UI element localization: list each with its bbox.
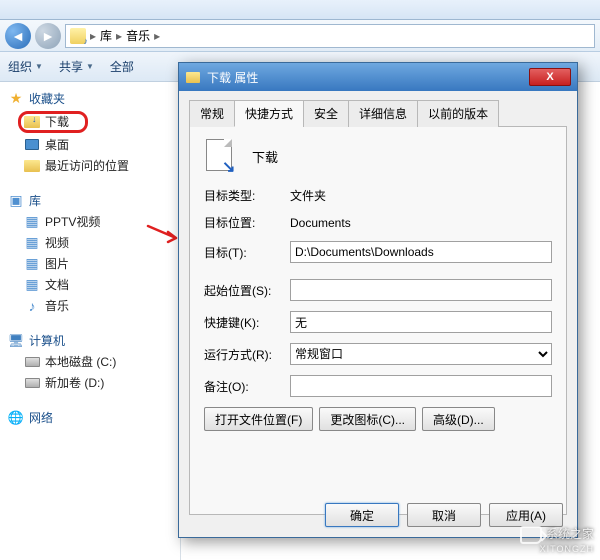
tab-strip: 常规 快捷方式 安全 详细信息 以前的版本	[189, 99, 567, 127]
address-bar: ◄ ► ▸ 库 ▸ 音乐 ▸	[0, 20, 600, 52]
chevron-right-icon: ▸	[90, 29, 96, 43]
advanced-button[interactable]: 高级(D)...	[422, 407, 495, 431]
sidebar-item-recent[interactable]: 最近访问的位置	[4, 155, 176, 176]
target-type-label: 目标类型:	[204, 187, 290, 204]
ok-button[interactable]: 确定	[325, 503, 399, 527]
recent-icon	[24, 158, 40, 174]
sidebar-item-drive-c[interactable]: 本地磁盘 (C:)	[4, 351, 176, 372]
computer-group: 🖥计算机 本地磁盘 (C:) 新加卷 (D:)	[4, 330, 176, 393]
close-button[interactable]: X	[529, 68, 571, 86]
window-titlebar	[0, 0, 600, 20]
dialog-body: 常规 快捷方式 安全 详细信息 以前的版本 ↘ 下载 目标类型: 文件夹 目标位…	[179, 91, 577, 515]
drive-icon	[24, 354, 40, 370]
apply-button[interactable]: 应用(A)	[489, 503, 563, 527]
shortcut-name: 下载	[252, 147, 278, 166]
folder-icon	[185, 69, 201, 85]
sidebar-item-drive-d[interactable]: 新加卷 (D:)	[4, 372, 176, 393]
hotkey-input[interactable]	[290, 311, 552, 333]
network-group: 🌐网络	[4, 407, 176, 428]
favorites-group: ★收藏夹 下载 桌面 最近访问的位置	[4, 88, 176, 176]
libraries-group: ▣库 ▦PPTV视频 ▦视频 ▦图片 ▦文档 ♪音乐	[4, 190, 176, 316]
start-in-label: 起始位置(S):	[204, 282, 290, 299]
target-location-label: 目标位置:	[204, 214, 290, 231]
run-select[interactable]: 常规窗口	[290, 343, 552, 365]
target-label: 目标(T):	[204, 244, 290, 261]
sidebar-item-videos[interactable]: ▦视频	[4, 232, 176, 253]
sidebar-item-music[interactable]: ♪音乐	[4, 295, 176, 316]
sidebar-item-pptv[interactable]: ▦PPTV视频	[4, 211, 176, 232]
download-folder-icon	[24, 114, 40, 130]
back-button[interactable]: ◄	[5, 23, 31, 49]
sidebar-item-documents[interactable]: ▦文档	[4, 274, 176, 295]
drive-icon	[24, 375, 40, 391]
forward-button[interactable]: ►	[35, 23, 61, 49]
chevron-right-icon: ▸	[154, 29, 160, 43]
chevron-right-icon: ▸	[116, 29, 122, 43]
tab-details[interactable]: 详细信息	[348, 100, 418, 127]
comment-label: 备注(O):	[204, 378, 290, 395]
properties-dialog: 下载 属性 X 常规 快捷方式 安全 详细信息 以前的版本 ↘ 下载 目标类型:…	[178, 62, 578, 538]
sidebar-item-desktop[interactable]: 桌面	[4, 134, 176, 155]
computer-icon: 🖥	[8, 333, 24, 349]
video-icon: ▦	[24, 214, 40, 230]
open-file-location-button[interactable]: 打开文件位置(F)	[204, 407, 313, 431]
comment-input[interactable]	[290, 375, 552, 397]
target-location-value: Documents	[290, 216, 552, 230]
computer-header[interactable]: 🖥计算机	[4, 330, 176, 351]
dialog-title: 下载 属性	[207, 69, 529, 86]
star-icon: ★	[8, 91, 24, 107]
breadcrumb[interactable]: ▸ 库 ▸ 音乐 ▸	[65, 24, 595, 48]
pictures-icon: ▦	[24, 256, 40, 272]
music-folder-icon	[70, 28, 86, 44]
organize-menu[interactable]: 组织▼	[8, 58, 43, 75]
chevron-down-icon: ▼	[35, 62, 43, 71]
tab-previous-versions[interactable]: 以前的版本	[417, 100, 499, 127]
tab-general[interactable]: 常规	[189, 100, 235, 127]
tab-content: ↘ 下载 目标类型: 文件夹 目标位置: Documents 目标(T): 起始…	[189, 127, 567, 515]
hotkey-label: 快捷键(K):	[204, 314, 290, 331]
share-menu[interactable]: 共享▼	[59, 58, 94, 75]
change-icon-button[interactable]: 更改图标(C)...	[319, 407, 416, 431]
dialog-titlebar[interactable]: 下载 属性 X	[179, 63, 577, 91]
chevron-down-icon: ▼	[86, 62, 94, 71]
network-header[interactable]: 🌐网络	[4, 407, 176, 428]
library-icon: ▣	[8, 193, 24, 209]
tab-shortcut[interactable]: 快捷方式	[234, 100, 304, 127]
breadcrumb-current[interactable]: 音乐	[126, 27, 150, 44]
target-input[interactable]	[290, 241, 552, 263]
target-type-value: 文件夹	[290, 187, 552, 204]
dialog-footer: 确定 取消 应用(A)	[325, 503, 563, 527]
shortcut-icon: ↘	[204, 139, 238, 173]
video-icon: ▦	[24, 235, 40, 251]
desktop-icon	[24, 137, 40, 153]
cancel-button[interactable]: 取消	[407, 503, 481, 527]
start-in-input[interactable]	[290, 279, 552, 301]
sidebar-item-downloads[interactable]: 下载	[4, 109, 176, 134]
nav-sidebar: ★收藏夹 下载 桌面 最近访问的位置 ▣库 ▦PPTV视频 ▦视频 ▦图片 ▦文…	[0, 82, 180, 560]
breadcrumb-root[interactable]: 库	[100, 27, 112, 44]
favorites-header[interactable]: ★收藏夹	[4, 88, 176, 109]
network-icon: 🌐	[8, 410, 24, 426]
libraries-header[interactable]: ▣库	[4, 190, 176, 211]
all-menu[interactable]: 全部	[110, 58, 134, 75]
music-icon: ♪	[24, 298, 40, 314]
run-label: 运行方式(R):	[204, 346, 290, 363]
documents-icon: ▦	[24, 277, 40, 293]
sidebar-item-pictures[interactable]: ▦图片	[4, 253, 176, 274]
tab-security[interactable]: 安全	[303, 100, 349, 127]
